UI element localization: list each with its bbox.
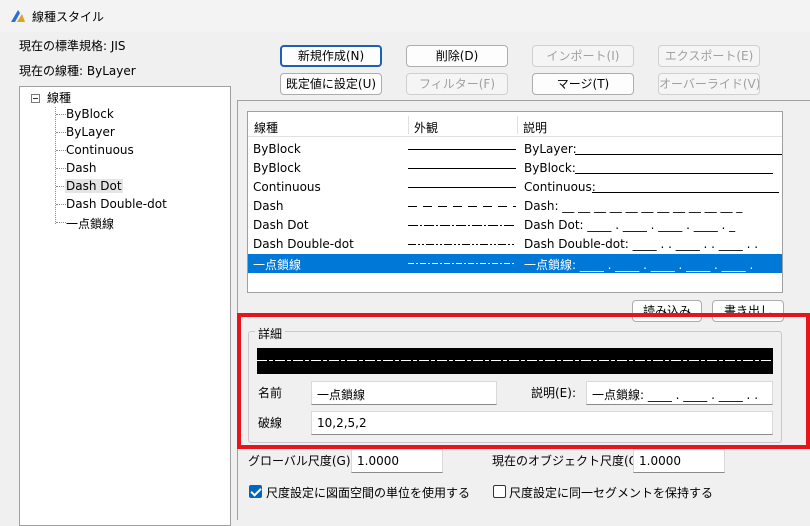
tree-item-chain[interactable]: 一点鎖線 [66, 215, 114, 232]
window-title: 線種スタイル [32, 10, 105, 24]
column-separator[interactable] [408, 116, 409, 134]
row-pattern [408, 263, 516, 264]
row-name: Dash Double-dot [253, 237, 354, 251]
row-pattern [408, 225, 516, 226]
tree-branch [56, 222, 66, 223]
app-icon [11, 10, 25, 22]
tree-branch [56, 168, 66, 169]
row-description: ByBlock: [524, 161, 576, 175]
object-scale-label: 現在のオブジェクト尺度(O): [492, 454, 647, 468]
tree-line [55, 107, 56, 224]
tree-branch [56, 204, 66, 205]
tree-item-bylayer[interactable]: ByLayer [66, 125, 115, 139]
tree-root[interactable]: 線種 [47, 89, 71, 106]
table-row[interactable]: Dash Dot Dash Dot: ____ . ____ . ____ . _… [248, 216, 782, 235]
row-description: 一点鎖線: ____ . ____ . ____ . ____ . ____ . [524, 258, 754, 272]
highlight-frame [237, 313, 810, 449]
override-button[interactable]: オーバーライド(V) [658, 73, 760, 95]
current-linetype-label: 現在の線種: ByLayer [19, 64, 136, 78]
filter-button[interactable]: フィルター(F) [406, 73, 508, 95]
tree-branch [56, 132, 66, 133]
row-description: ByLayer: [524, 142, 577, 156]
row-name: ByBlock [253, 142, 301, 156]
row-name: 一点鎖線 [253, 258, 302, 272]
delete-button[interactable]: 削除(D) [406, 45, 508, 67]
row-description-line [592, 192, 779, 193]
row-name: Continuous [253, 180, 321, 194]
row-pattern [408, 168, 516, 169]
tree-branch [56, 150, 66, 151]
row-pattern [408, 149, 516, 150]
table-row[interactable]: Dash Double-dot Dash Double-dot: ____ . .… [248, 235, 782, 254]
standard-label: 現在の標準規格: JIS [19, 39, 126, 53]
tree-item-dash-double-dot[interactable]: Dash Double-dot [66, 197, 167, 211]
row-name: Dash Dot [253, 218, 309, 232]
row-description: Dash Double-dot: ____ . . ____ . . ____ … [524, 237, 759, 251]
column-header-description[interactable]: 説明 [523, 119, 547, 136]
row-pattern [408, 206, 516, 207]
column-header-appearance[interactable]: 外観 [414, 119, 438, 136]
row-description: Continuous: [524, 180, 596, 194]
tree-item-dash-dot[interactable]: Dash Dot [65, 179, 123, 193]
row-description-line [575, 154, 782, 155]
new-button[interactable]: 新規作成(N) [280, 45, 382, 67]
row-pattern [408, 187, 516, 188]
use-paper-units-checkbox[interactable] [249, 485, 262, 498]
tree-item-byblock[interactable]: ByBlock [66, 107, 114, 121]
tree-item-dash[interactable]: Dash [66, 161, 96, 175]
import-button[interactable]: インポート(I) [532, 45, 634, 67]
global-scale-input[interactable]: 1.0000 [351, 449, 443, 473]
tree-item-continuous[interactable]: Continuous [66, 143, 134, 157]
table-row[interactable]: ByBlock ByBlock: [248, 159, 782, 178]
keep-segment-checkbox[interactable] [493, 485, 506, 498]
table-row[interactable]: Dash Dash: __ __ __ __ __ __ __ __ __ __ … [248, 197, 782, 216]
linetype-tree[interactable]: 線種 ByBlock ByLayer Continuous Dash Dash … [19, 86, 231, 526]
title-bar [0, 0, 810, 32]
row-pattern [408, 244, 516, 245]
keep-segment-label: 尺度設定に同一セグメントを保持する [509, 486, 714, 500]
row-name: ByBlock [253, 161, 301, 175]
list-header: 線種 外観 説明 [248, 114, 782, 137]
linetype-list[interactable]: 線種 外観 説明 ByBlock ByLayer: ByBlock ByBlock: C… [247, 111, 783, 293]
row-description-line [575, 173, 773, 174]
row-description: Dash: __ __ __ __ __ __ __ __ __ __ __ _ [524, 199, 743, 213]
column-header-name[interactable]: 線種 [254, 119, 278, 136]
table-row[interactable]: 一点鎖線 一点鎖線: ____ . ____ . ____ . ____ . __… [248, 254, 782, 273]
export-button[interactable]: エクスポート(E) [658, 45, 760, 67]
merge-button[interactable]: マージ(T) [532, 73, 634, 95]
global-scale-label: グローバル尺度(G): [248, 454, 355, 468]
object-scale-input[interactable]: 1.0000 [633, 449, 725, 473]
use-paper-units-label: 尺度設定に図面空間の単位を使用する [266, 486, 471, 500]
table-row[interactable]: Continuous Continuous: [248, 178, 782, 197]
set-default-button[interactable]: 既定値に設定(U) [280, 73, 382, 95]
row-name: Dash [253, 199, 284, 213]
table-row[interactable]: ByBlock ByLayer: [248, 140, 782, 159]
column-separator[interactable] [517, 116, 518, 134]
tree-branch [56, 114, 66, 115]
collapse-icon[interactable] [31, 94, 40, 103]
row-description: Dash Dot: ____ . ____ . ____ . ____ . _ [524, 218, 736, 232]
